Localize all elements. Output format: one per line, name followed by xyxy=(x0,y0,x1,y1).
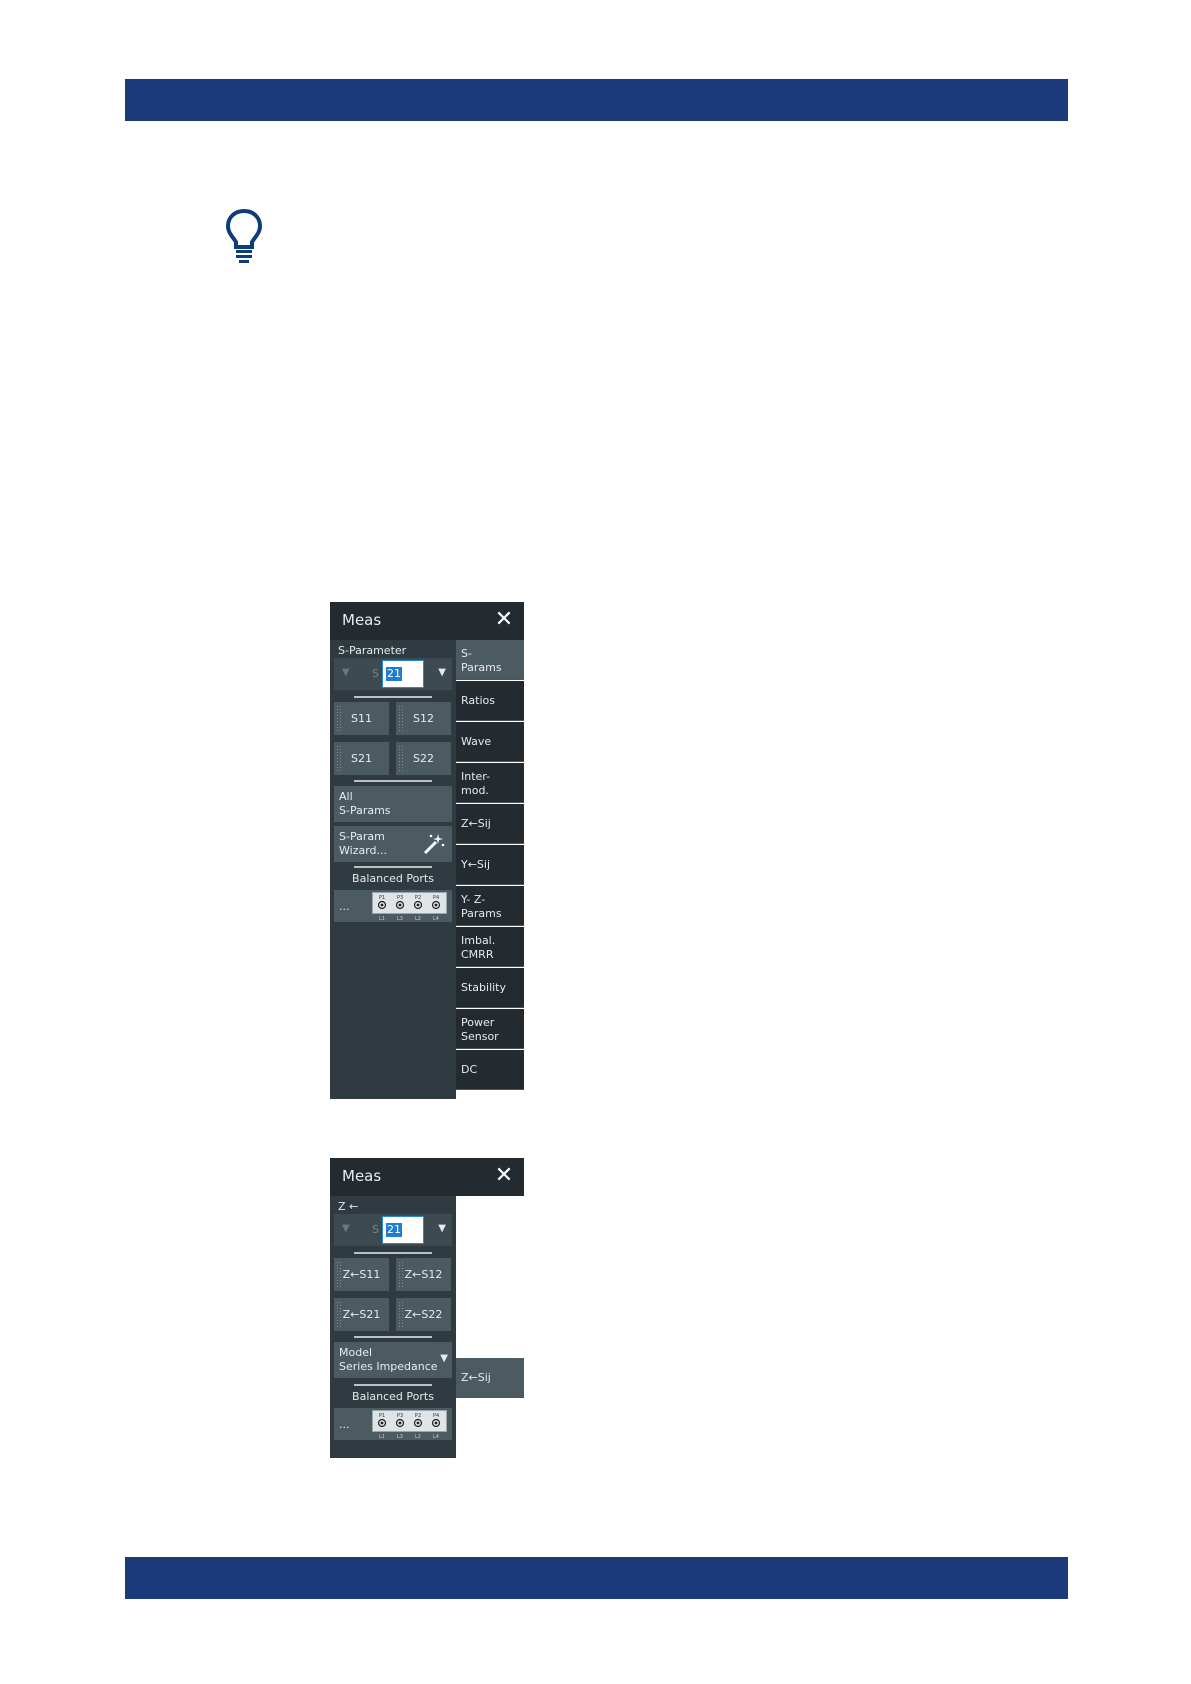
port-top-label: P4 xyxy=(433,1413,439,1419)
tab-dc[interactable]: DC xyxy=(456,1050,524,1090)
port-bottom-label: L3 xyxy=(397,1434,403,1439)
dialog-header: Meas ✕ xyxy=(330,1158,524,1196)
divider xyxy=(354,696,432,698)
port-bottom-label: L4 xyxy=(433,1434,439,1439)
tab-stability[interactable]: Stability xyxy=(456,968,524,1008)
tab-yz-params[interactable]: Y- Z- Params xyxy=(456,886,524,926)
tab-s-params[interactable]: S- Params xyxy=(456,640,524,680)
sparam-index-value: 21 xyxy=(386,1223,402,1237)
s12-button[interactable]: S12 xyxy=(396,702,451,735)
chevron-down-icon[interactable]: ▼ xyxy=(438,667,446,678)
footer-band xyxy=(125,1557,1068,1599)
parameter-selector: ▼ S 21 ▼ xyxy=(334,658,452,690)
section-title: Z ← xyxy=(338,1200,359,1213)
tab-imbal-cmrr[interactable]: Imbal. CMRR xyxy=(456,927,524,967)
port-top-label: P3 xyxy=(397,1413,403,1419)
selector-prefix: S xyxy=(372,1223,379,1236)
chevron-down-icon[interactable]: ▼ xyxy=(438,1223,446,1234)
divider xyxy=(354,1384,432,1386)
z-s12-button[interactable]: Z←S12 xyxy=(396,1258,451,1291)
tab-wave[interactable]: Wave xyxy=(456,722,524,762)
s21-button[interactable]: S21 xyxy=(334,742,389,775)
tab-z-sij[interactable]: Z←Sij xyxy=(456,1358,524,1398)
selector-prefix: S xyxy=(372,667,379,680)
port-bottom-label: L1 xyxy=(379,1434,385,1439)
balanced-ports-button[interactable]: ... P1 P3 P2 P4 L1 L3 L2 L4 xyxy=(334,890,452,922)
chevron-down-icon: ▼ xyxy=(440,1353,448,1364)
z-s22-button[interactable]: Z←S22 xyxy=(396,1298,451,1331)
sparam-wizard-button[interactable]: S-Param Wizard... xyxy=(334,826,452,862)
magic-wand-icon xyxy=(423,834,445,855)
dialog-content: S-Parameter ▼ S 21 ▼ S11 S12 S21 S22 All… xyxy=(330,640,456,1099)
balanced-ports-title: Balanced Ports xyxy=(352,872,434,885)
meas-dialog-z-sij: Meas ✕ Z ← ▼ S 21 ▼ Z←S11 Z←S12 Z←S21 Z← xyxy=(330,1158,524,1458)
lightbulb-icon xyxy=(225,208,263,263)
tab-intermod[interactable]: Inter- mod. xyxy=(456,763,524,803)
balanced-ports-icon: P1 P3 P2 P4 xyxy=(372,892,447,914)
port-top-label: P3 xyxy=(397,895,403,901)
port-top-label: P1 xyxy=(379,1413,385,1419)
parameter-selector: ▼ S 21 ▼ xyxy=(334,1214,452,1246)
divider xyxy=(354,780,432,782)
port-bottom-label: L3 xyxy=(397,916,403,921)
chevron-down-icon: ▼ xyxy=(342,667,350,678)
section-title: S-Parameter xyxy=(338,644,407,657)
divider xyxy=(354,1336,432,1338)
dialog-title: Meas xyxy=(342,611,382,629)
model-select[interactable]: Model Series Impedance ▼ xyxy=(334,1342,452,1378)
close-icon[interactable]: ✕ xyxy=(492,1164,516,1188)
chevron-down-icon: ▼ xyxy=(342,1223,350,1234)
balanced-ports-title: Balanced Ports xyxy=(352,1390,434,1403)
header-band xyxy=(125,79,1068,121)
sparam-index-value: 21 xyxy=(386,667,402,681)
balanced-ports-icon: P1 P3 P2 P4 xyxy=(372,1410,447,1432)
z-s11-button[interactable]: Z←S11 xyxy=(334,1258,389,1291)
dialog-content: Z ← ▼ S 21 ▼ Z←S11 Z←S12 Z←S21 Z←S22 Mod… xyxy=(330,1196,456,1458)
port-top-label: P1 xyxy=(379,895,385,901)
tab-z-sij[interactable]: Z←Sij xyxy=(456,804,524,844)
close-icon[interactable]: ✕ xyxy=(492,608,516,632)
dialog-title: Meas xyxy=(342,1167,382,1185)
s22-button[interactable]: S22 xyxy=(396,742,451,775)
divider xyxy=(354,866,432,868)
balanced-ports-button[interactable]: ... P1 P3 P2 P4 L1 L3 L2 L4 xyxy=(334,1408,452,1440)
tab-ratios[interactable]: Ratios xyxy=(456,681,524,721)
port-bottom-label: L2 xyxy=(415,916,421,921)
port-bottom-label: L2 xyxy=(415,1434,421,1439)
port-bottom-label: L4 xyxy=(433,916,439,921)
port-top-label: P2 xyxy=(415,1413,421,1419)
sparam-index-input[interactable]: 21 xyxy=(382,660,424,688)
all-sparams-button[interactable]: All S-Params xyxy=(334,786,452,822)
z-s21-button[interactable]: Z←S21 xyxy=(334,1298,389,1331)
port-top-label: P2 xyxy=(415,895,421,901)
dialog-header: Meas ✕ xyxy=(330,602,524,640)
tab-power-sensor[interactable]: Power Sensor xyxy=(456,1009,524,1049)
sparam-index-input[interactable]: 21 xyxy=(382,1216,424,1244)
divider xyxy=(354,1252,432,1254)
tab-y-sij[interactable]: Y←Sij xyxy=(456,845,524,885)
s11-button[interactable]: S11 xyxy=(334,702,389,735)
port-top-label: P4 xyxy=(433,895,439,901)
meas-dialog-sparams: Meas ✕ S-Parameter ▼ S 21 ▼ S11 S12 S21 xyxy=(330,602,524,1099)
port-bottom-label: L1 xyxy=(379,916,385,921)
